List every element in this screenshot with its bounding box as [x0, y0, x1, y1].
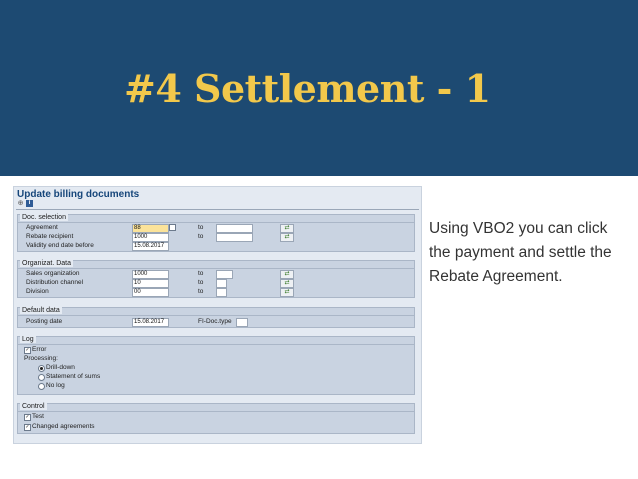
- rebate-recipient-from-field[interactable]: 1000: [132, 233, 169, 242]
- agreement-multiple-selection-button[interactable]: ⇄: [280, 224, 294, 233]
- to-label: to: [198, 233, 204, 240]
- to-label: to: [198, 279, 204, 286]
- group-divider: [18, 411, 414, 412]
- division-multiple-selection-button[interactable]: ⇄: [280, 288, 294, 297]
- log-group: Log ✓ Error Processing: Drill-down State…: [17, 336, 415, 395]
- statement-of-sums-radio[interactable]: [38, 374, 45, 381]
- info-icon[interactable]: i: [26, 200, 33, 207]
- divider: [16, 209, 419, 210]
- to-label: to: [198, 288, 204, 295]
- changed-agreements-checkbox[interactable]: ✓: [24, 424, 31, 431]
- group-divider: [18, 222, 414, 223]
- group-heading: Control: [20, 403, 47, 410]
- distribution-channel-to-field[interactable]: [216, 279, 227, 288]
- org-data-group: Organizat. Data Sales organization 1000 …: [17, 260, 415, 298]
- division-to-field[interactable]: [216, 288, 227, 297]
- rebate-recipient-multiple-selection-button[interactable]: ⇄: [280, 233, 294, 242]
- error-label: Error: [32, 346, 47, 353]
- sales-organization-to-field[interactable]: [216, 270, 233, 279]
- toolbar: ⊕ i: [17, 200, 33, 208]
- drill-down-label: Drill-down: [46, 364, 75, 371]
- drill-down-radio[interactable]: [38, 365, 45, 372]
- group-heading: Doc. selection: [20, 214, 68, 221]
- slide-title: #4 Settlement - 1: [124, 66, 491, 111]
- control-group: Control ✓ Test ✓ Changed agreements: [17, 403, 415, 434]
- distribution-channel-label: Distribution channel: [26, 279, 84, 286]
- validity-end-date-field[interactable]: 15.08.2017: [132, 242, 169, 251]
- slide-description: Using VBO2 you can click the payment and…: [429, 220, 612, 285]
- statement-of-sums-label: Statement of sums: [46, 373, 101, 380]
- execute-icon[interactable]: ⊕: [17, 200, 24, 207]
- group-divider: [18, 344, 414, 345]
- agreement-to-field[interactable]: [216, 224, 253, 233]
- fi-doc-type-field[interactable]: [236, 318, 248, 327]
- posting-date-label: Posting date: [26, 318, 63, 325]
- group-heading: Default data: [20, 307, 62, 314]
- default-data-group: Default data Posting date 15.08.2017 FI-…: [17, 307, 415, 328]
- distribution-channel-multiple-selection-button[interactable]: ⇄: [280, 279, 294, 288]
- group-heading: Organizat. Data: [20, 260, 74, 267]
- error-checkbox[interactable]: ✓: [24, 347, 31, 354]
- rebate-recipient-to-field[interactable]: [216, 233, 253, 242]
- posting-date-field[interactable]: 15.08.2017: [132, 318, 169, 327]
- search-help-icon[interactable]: [169, 224, 176, 231]
- sales-organization-multiple-selection-button[interactable]: ⇄: [280, 270, 294, 279]
- no-log-radio[interactable]: [38, 383, 45, 390]
- sales-organization-label: Sales organization: [26, 270, 80, 277]
- division-from-field[interactable]: 00: [132, 288, 169, 297]
- agreement-label: Agreement: [26, 224, 58, 231]
- to-label: to: [198, 270, 204, 277]
- fi-doc-type-label: FI-Doc.type: [198, 318, 232, 325]
- to-label: to: [198, 224, 204, 231]
- no-log-label: No log: [46, 382, 65, 389]
- test-checkbox[interactable]: ✓: [24, 414, 31, 421]
- distribution-channel-from-field[interactable]: 10: [132, 279, 169, 288]
- division-label: Division: [26, 288, 49, 295]
- changed-agreements-label: Changed agreements: [32, 423, 95, 430]
- test-label: Test: [32, 413, 44, 420]
- sales-organization-from-field[interactable]: 1000: [132, 270, 169, 279]
- doc-selection-group: Doc. selection Agreement 88 to ⇄ Rebate …: [17, 214, 415, 252]
- sap-screenshot: Update billing documents ⊕ i Doc. select…: [13, 186, 422, 444]
- validity-end-date-label: Validity end date before: [26, 242, 94, 249]
- agreement-from-field[interactable]: 88: [132, 224, 169, 233]
- group-divider: [18, 315, 414, 316]
- group-heading: Log: [20, 336, 36, 343]
- rebate-recipient-label: Rebate recipient: [26, 233, 74, 240]
- screen-title: Update billing documents: [17, 189, 140, 200]
- processing-label: Processing:: [24, 355, 58, 362]
- group-divider: [18, 268, 414, 269]
